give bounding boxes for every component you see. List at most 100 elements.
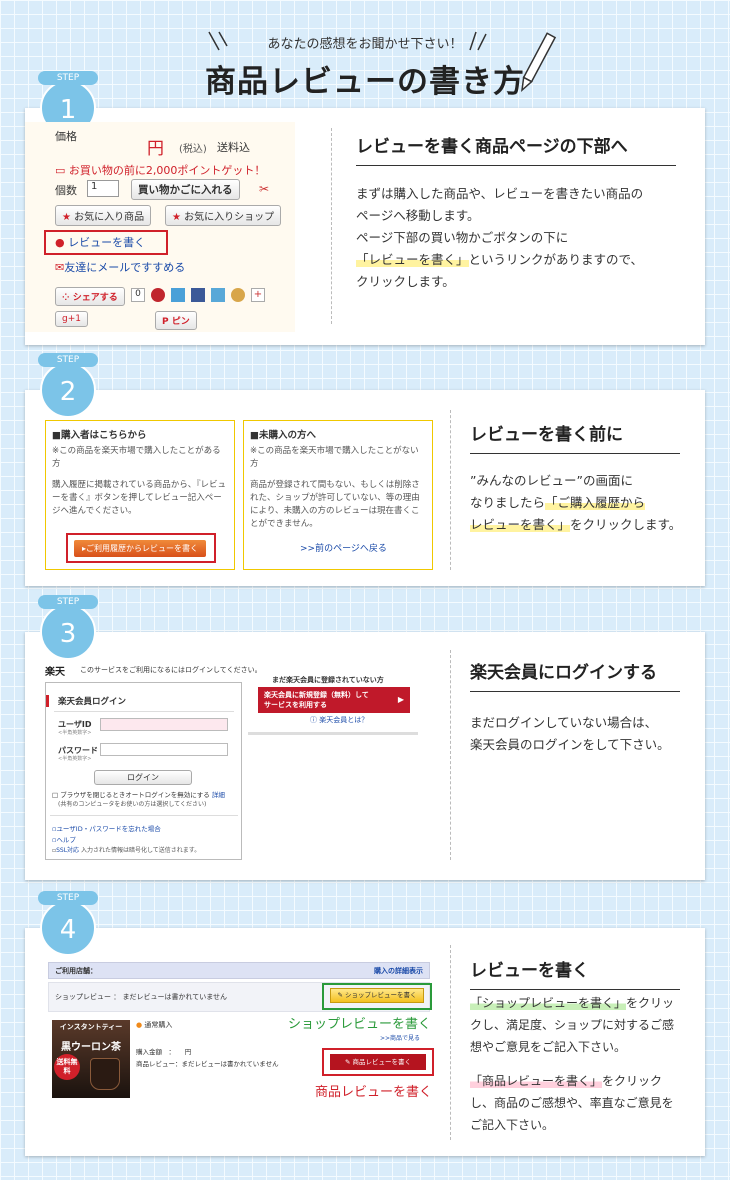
qty-label: 個数	[55, 184, 77, 197]
mail-link[interactable]: ✉友達にメールですすめる	[55, 259, 185, 275]
step4-line4: をクリック	[602, 1074, 663, 1088]
pin-label: ピン	[171, 317, 190, 327]
purchaser-note: ※この商品を楽天市場で購入したことがある方	[52, 446, 221, 469]
step4-line5: し、商品のご感想や、率直なご意見を	[470, 1096, 674, 1110]
step4-divider	[450, 945, 451, 1140]
header: あなたの感想をお聞かせ下さい！ 商品レビューの書き方	[0, 0, 730, 108]
step1-text: まずは購入した商品や、レビューを書きたい商品の ページへ移動します。 ページ下部…	[356, 183, 686, 293]
tea-cup-icon	[90, 1058, 120, 1090]
rakuten-share-icon[interactable]	[151, 288, 165, 302]
history-detail-link[interactable]: 購入の詳細表示	[374, 966, 423, 976]
help-label: ヘルプ	[56, 836, 76, 844]
shop-review-caption: ショップレビューを書く	[288, 1017, 432, 1032]
share-count: 0	[131, 288, 145, 302]
step2-line1: ”みんなのレビュー”の画面に	[470, 473, 633, 488]
ssl-row: ▫SSL対応 入力された情報は暗号化して送信されます。	[52, 845, 200, 854]
step4-line6: ご記入下さい。	[470, 1118, 555, 1132]
shop-review-status: ショップレビュー ： まだレビューは書かれていません	[55, 993, 228, 1001]
step4-text: 「ショップレビューを書く」をクリッ クし、満足度、ショップに対するご感 想やご意…	[470, 992, 705, 1136]
info-icon: ⓘ	[310, 716, 320, 724]
qty-input[interactable]: 1	[87, 180, 119, 197]
purchase-icon: ●	[136, 1021, 143, 1029]
share-label: シェアする	[72, 293, 118, 303]
purchase-amount: 購入金額 ： 円	[136, 1048, 192, 1056]
page-title: 商品レビューの書き方	[205, 64, 525, 100]
auto-login-option[interactable]: □ ブラウザを閉じるときオートログインを無効にする 詳細	[52, 789, 240, 799]
step1-line3: ページ下部の買い物かごボタンの下に	[356, 230, 569, 245]
normal-purchase: ● 通常購入	[136, 1020, 172, 1030]
register-line2: サービスを利用する	[264, 701, 327, 709]
shop-label: ご利用店舗：	[55, 967, 97, 975]
non-purchaser-title: ■未購入の方へ	[250, 430, 316, 441]
pw-sub: <半角英数字>	[58, 756, 92, 762]
mail-link-label: 友達にメールですすめる	[64, 261, 186, 274]
detail-link[interactable]: 詳細	[212, 791, 225, 799]
shop-header-row: ご利用店舗： 購入の詳細表示	[48, 962, 430, 979]
ssl-note: 入力された情報は暗号化して送信されます。	[80, 847, 201, 854]
product-image: インスタントティー 黒ウーロン茶 送料無料	[52, 1020, 130, 1098]
step1-line1: まずは購入した商品や、レビューを書きたい商品の	[356, 186, 644, 201]
step2-line2: なりましたら	[470, 495, 546, 510]
add-to-cart-button[interactable]: 買い物かごに入れる	[131, 179, 240, 200]
share-button[interactable]: ⁘ シェアする	[55, 287, 125, 306]
mail-icon: ✉	[55, 261, 65, 274]
help-link[interactable]: ▫ヘルプ	[52, 834, 76, 844]
login-notice: このサービスをご利用になるにはログインしてください。	[80, 666, 262, 674]
fav-item-label: お気に入り商品	[74, 212, 145, 223]
step3-line2: 楽天会員のログインをして下さい。	[470, 737, 670, 752]
step4-highlight1: 「ショップレビューを書く」	[470, 996, 627, 1010]
product-purchase-panel: 価格 円 (税込) 送料込 ▭ お買い物の前に2,000ポイントゲット！ 個数 …	[25, 122, 295, 332]
step4-line3: 想やご意見をご記入下さい。	[470, 1040, 627, 1054]
item-review-highlight	[322, 1048, 434, 1076]
forgot-label: ユーザID・パスワードを忘れた場合	[56, 825, 161, 833]
price-label: 価格	[55, 130, 77, 143]
register-button[interactable]: 楽天会員に新規登録（無料）して サービスを利用する ▶	[258, 687, 410, 713]
checkbox-icon[interactable]: □	[52, 791, 60, 799]
login-divider	[50, 815, 238, 816]
mixi-icon[interactable]	[211, 288, 225, 302]
tax-label: (税込)	[179, 144, 207, 155]
step1-line2: ページへ移動します。	[356, 208, 480, 223]
login-divider	[54, 711, 234, 712]
step2-title: レビューを書く前に	[470, 420, 680, 454]
pin-button[interactable]: P ピン	[155, 311, 197, 330]
sparkle-right-icon	[469, 31, 487, 51]
auto-login-label: ブラウザを閉じるときオートログインを無効にする	[60, 791, 210, 799]
step1-line4: というリンクがありますので、	[468, 252, 644, 267]
step4-title: レビューを書く	[470, 956, 680, 990]
rakuten-logo: 楽天	[45, 667, 65, 678]
header-subtitle: あなたの感想をお聞かせ下さい！	[267, 37, 463, 52]
uid-input[interactable]	[100, 718, 228, 731]
what-member-link[interactable]: ⓘ 楽天会員とは？	[310, 715, 368, 725]
gplus-label: +1	[67, 314, 81, 324]
product-line1: インスタントティー	[59, 1023, 123, 1031]
login-button[interactable]: ログイン	[94, 770, 192, 785]
gplus-button[interactable]: g+1	[55, 311, 88, 327]
twitter-icon[interactable]	[171, 288, 185, 302]
step4-line1: をクリッ	[626, 996, 675, 1010]
step2-highlight2: レビューを書く」	[470, 517, 571, 532]
arrow-right-icon: ▶	[397, 695, 404, 704]
step3-text: まだログインしていない場合は、 楽天会員のログインをして下さい。	[470, 712, 700, 756]
step1-divider	[331, 128, 332, 324]
pen-icon	[521, 32, 557, 93]
back-link[interactable]: >>前のページへ戻る	[300, 541, 387, 554]
step4-line2: クし、満足度、ショップに対するご感	[470, 1018, 675, 1032]
facebook-icon[interactable]	[191, 288, 205, 302]
pw-input[interactable]	[100, 743, 228, 756]
price-yen: 円	[147, 139, 164, 159]
review-link-highlight	[44, 230, 168, 255]
step2-divider	[450, 410, 451, 570]
login-title: 楽天会員ログイン	[58, 697, 127, 707]
purchaser-text: 購入履歴に掲載されている商品から、『レビューを書く』ボタンを押してレビュー記入ペ…	[52, 480, 226, 516]
step1-title: レビューを書く商品ページの下部へ	[356, 132, 676, 166]
item-review-caption: 商品レビューを書く	[315, 1085, 433, 1100]
plus-icon[interactable]: +	[251, 288, 265, 302]
ssl-link[interactable]: SSL対応	[56, 847, 79, 854]
uid-sub: <半角英数字>	[58, 730, 92, 736]
view-product-link[interactable]: >>商品で見る	[380, 1033, 420, 1042]
hatena-icon[interactable]	[231, 288, 245, 302]
history-button-highlight	[66, 533, 216, 563]
forgot-link[interactable]: ▫ユーザID・パスワードを忘れた場合	[52, 823, 161, 833]
step2-text: ”みんなのレビュー”の画面に なりましたら「ご購入履歴から レビューを書く」をク…	[470, 470, 700, 536]
